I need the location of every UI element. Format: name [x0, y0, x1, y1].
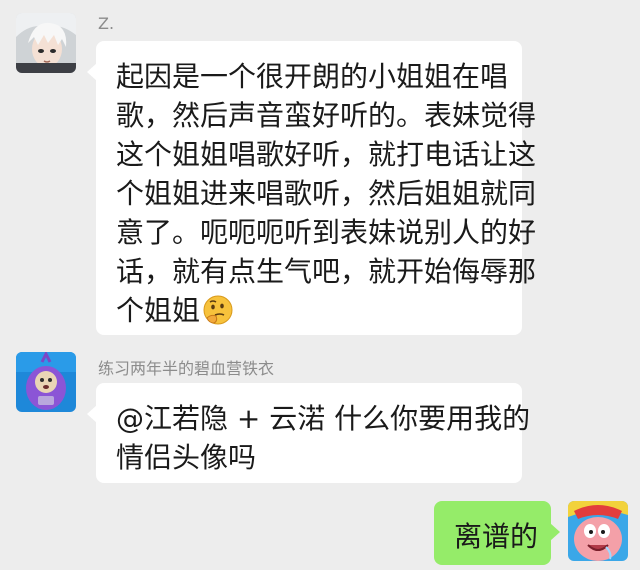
patrick-star-avatar-icon[interactable] — [568, 501, 628, 561]
message-line: 个姐姐进来唱歌听，然后姐姐就同 — [116, 177, 537, 210]
sender-name: 练习两年半的碧血营铁衣 — [98, 359, 275, 378]
anime-white-hair-avatar-icon[interactable] — [16, 13, 76, 73]
message-line: @江若隐 + 云渃 什么你要用我的 — [116, 402, 531, 435]
message-line: 话，就有点生气吧，就开始侮辱那 — [116, 255, 537, 288]
thinking-face-emoji — [202, 294, 234, 326]
message-bubble[interactable]: 起因是一个很开朗的小姐姐在唱 歌，然后声音蛮好听的。表妹觉得 这个姐姐唱歌好听，… — [87, 41, 537, 335]
message-bubble-outgoing[interactable]: 离谱的 — [434, 501, 560, 565]
message-line: 起因是一个很开朗的小姐姐在唱 — [116, 60, 509, 93]
message-line: 个姐姐 — [116, 294, 201, 327]
message-line: 这个姐姐唱歌好听，就打电话让这 — [116, 138, 537, 171]
message-bubble[interactable]: @江若隐 + 云渃 什么你要用我的 情侣头像吗 — [87, 383, 531, 483]
message-line: 意了。呃呃呃听到表妹说别人的好 — [116, 216, 537, 249]
purple-teletubby-avatar-icon[interactable] — [16, 352, 76, 412]
message-line: 情侣头像吗 — [116, 441, 257, 474]
message-line: 离谱的 — [454, 520, 539, 553]
message-line: 歌，然后声音蛮好听的。表妹觉得 — [116, 99, 537, 132]
sender-name: Z. — [98, 14, 115, 33]
